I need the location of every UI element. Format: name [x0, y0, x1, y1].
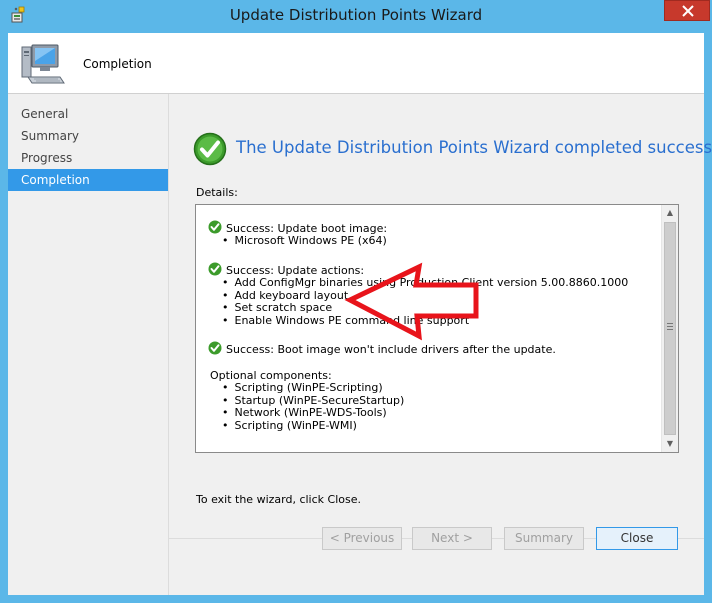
list-item: Network (WinPE-WDS-Tools) — [222, 406, 387, 420]
exit-instructions: To exit the wizard, click Close. — [196, 493, 361, 506]
wizard-header: Completion — [8, 33, 704, 93]
list-item: Add ConfigMgr binaries using Production … — [222, 276, 629, 290]
details-label: Details: — [196, 186, 238, 199]
previous-button[interactable]: < Previous — [322, 527, 402, 550]
list-item: Set scratch space — [222, 301, 333, 315]
nav-item-completion: Completion — [8, 169, 168, 191]
drivers-success-text: Success: Boot image won't include driver… — [226, 343, 556, 356]
scroll-thumb[interactable] — [664, 222, 676, 435]
window-close-button[interactable] — [664, 0, 710, 21]
scroll-down-arrow-icon[interactable]: ▼ — [662, 436, 678, 452]
nav-item-progress: Progress — [21, 151, 73, 165]
computer-icon — [21, 44, 65, 84]
list-item: Microsoft Windows PE (x64) — [222, 234, 387, 248]
close-icon — [682, 5, 694, 17]
wizard-window: Update Distribution Points Wizard Comple… — [0, 0, 712, 603]
success-check-icon — [208, 220, 222, 234]
nav-item-general: General — [21, 107, 69, 121]
list-item: Scripting (WinPE-Scripting) — [222, 381, 383, 395]
success-check-icon — [208, 262, 222, 276]
nav-item-summary: Summary — [21, 129, 79, 143]
next-button[interactable]: Next > — [412, 527, 492, 550]
completion-headline: The Update Distribution Points Wizard co… — [236, 138, 712, 157]
success-check-icon — [193, 132, 227, 166]
details-scrollbar[interactable]: ▲ ▼ — [661, 205, 678, 452]
close-button[interactable]: Close — [596, 527, 678, 550]
wizard-client-area: Completion General Summary Progress Comp… — [8, 33, 712, 595]
summary-button[interactable]: Summary — [504, 527, 584, 550]
list-item: Enable Windows PE command line support — [222, 314, 470, 328]
wizard-navigation: General Summary Progress Completion — [8, 103, 168, 191]
window-title: Update Distribution Points Wizard — [229, 6, 483, 24]
details-textbox[interactable]: Success: Update boot image: Microsoft Wi… — [195, 204, 679, 453]
details-content: Success: Update boot image: Microsoft Wi… — [196, 205, 662, 452]
completion-panel: The Update Distribution Points Wizard co… — [169, 94, 712, 534]
success-check-icon — [208, 341, 222, 355]
list-item: Scripting (WinPE-WMI) — [222, 419, 357, 433]
title-bar[interactable]: Update Distribution Points Wizard — [0, 0, 712, 33]
grip-icon — [667, 323, 673, 330]
scroll-up-arrow-icon[interactable]: ▲ — [662, 205, 678, 221]
page-title: Completion — [83, 57, 152, 71]
